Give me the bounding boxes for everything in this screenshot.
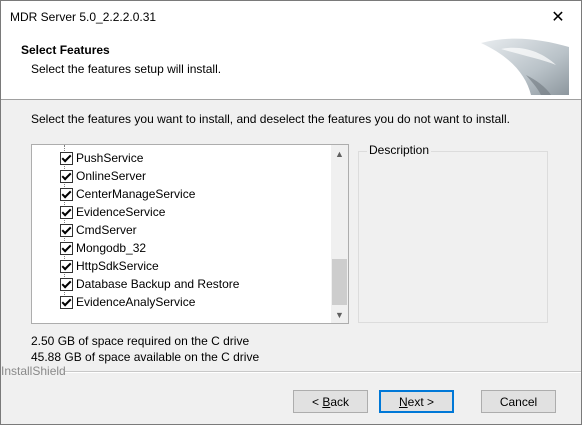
page-subtitle: Select the features setup will install. <box>31 62 222 76</box>
next-button[interactable]: Next > <box>379 390 454 413</box>
tree-scrollbar[interactable]: ▲ ▼ <box>331 145 348 323</box>
feature-label: HttpSdkService <box>76 259 159 273</box>
checkbox[interactable] <box>60 169 73 183</box>
instruction-text: Select the features you want to install,… <box>31 112 510 126</box>
space-required-text: 2.50 GB of space required on the C drive <box>31 334 250 348</box>
checkbox[interactable] <box>60 277 73 291</box>
feature-label: PushService <box>76 151 144 165</box>
checkbox[interactable] <box>60 295 73 309</box>
page-title: Select Features <box>21 43 110 57</box>
checkbox[interactable] <box>60 151 73 165</box>
checkbox[interactable] <box>60 259 73 273</box>
checkbox[interactable] <box>60 223 73 237</box>
feature-label: Mongodb_32 <box>76 241 147 255</box>
feature-label: OnlineServer <box>76 169 147 183</box>
feature-item[interactable]: PushService <box>60 149 143 167</box>
next-button-accel: N <box>398 394 408 409</box>
feature-item[interactable]: CenterManageService <box>60 185 195 203</box>
scroll-up-button[interactable]: ▲ <box>331 145 348 162</box>
feature-label: CenterManageService <box>76 187 196 201</box>
scroll-thumb[interactable] <box>332 259 347 305</box>
cancel-button[interactable]: Cancel <box>481 390 556 413</box>
feature-item[interactable]: OnlineServer <box>60 167 146 185</box>
feature-item[interactable]: EvidenceAnalyService <box>60 293 195 311</box>
feature-item[interactable]: EvidenceService <box>60 203 165 221</box>
feature-label: EvidenceAnalyService <box>76 295 196 309</box>
installshield-label: InstallShield <box>1 364 66 378</box>
description-group: Description <box>358 143 548 323</box>
installshield-divider <box>65 371 581 373</box>
back-button-prefix: < <box>311 394 323 409</box>
feature-tree[interactable]: PushService OnlineServer CenterManageSer… <box>31 144 349 324</box>
window-title: MDR Server 5.0_2.2.2.0.31 <box>10 10 157 24</box>
wizard-header: Select Features Select the features setu… <box>1 33 581 100</box>
feature-item[interactable]: CmdServer <box>60 221 137 239</box>
down-arrow-icon: ▼ <box>335 309 344 320</box>
feature-label: EvidenceService <box>76 205 166 219</box>
back-button[interactable]: < Back <box>293 390 368 413</box>
next-button-rest: ext > <box>407 394 435 409</box>
installer-window: MDR Server 5.0_2.2.2.0.31 ✕ Select Featu… <box>0 0 582 425</box>
checkbox[interactable] <box>60 205 73 219</box>
space-available-text: 45.88 GB of space available on the C dri… <box>31 350 260 364</box>
close-icon: ✕ <box>551 9 565 26</box>
cancel-button-label: Cancel <box>499 394 538 409</box>
description-label: Description <box>367 143 432 157</box>
installer-graphic-icon <box>481 38 569 95</box>
feature-label: Database Backup and Restore <box>76 277 240 291</box>
title-bar: MDR Server 5.0_2.2.2.0.31 ✕ <box>1 1 581 33</box>
feature-item[interactable]: HttpSdkService <box>60 257 159 275</box>
feature-item[interactable]: Mongodb_32 <box>60 239 146 257</box>
scroll-down-button[interactable]: ▼ <box>331 306 348 323</box>
up-arrow-icon: ▲ <box>335 148 344 159</box>
checkbox[interactable] <box>60 241 73 255</box>
back-button-rest: ack <box>330 394 350 409</box>
feature-label: CmdServer <box>76 223 137 237</box>
feature-item[interactable]: Database Backup and Restore <box>60 275 239 293</box>
checkbox[interactable] <box>60 187 73 201</box>
back-button-accel: B <box>322 394 331 409</box>
close-button[interactable]: ✕ <box>535 1 581 33</box>
